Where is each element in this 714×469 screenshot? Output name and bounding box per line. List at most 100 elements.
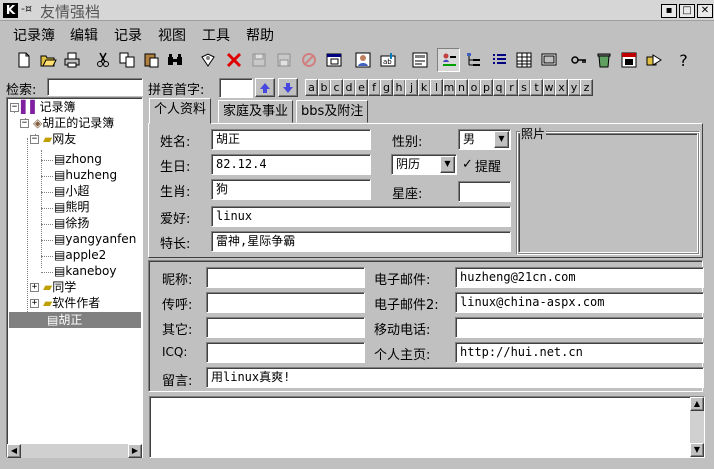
paste-icon[interactable] [139,48,162,72]
letter-button-l[interactable]: l [430,79,443,96]
list-view-icon[interactable] [487,48,510,72]
pager-field[interactable] [206,292,365,313]
letter-button-h[interactable]: h [392,79,406,96]
notes-vertical-scrollbar[interactable]: ▲ ▼ [690,397,704,457]
arrow-down-button[interactable] [278,78,298,97]
tree-contact[interactable]: ▤熊明 [54,199,89,215]
minimize-button[interactable]: ▪ [661,4,677,18]
tree-contact[interactable]: ▤huzheng [54,167,117,183]
email-field[interactable]: huzheng@21cn.com [455,267,704,288]
expand-group-icon[interactable]: + [30,299,39,308]
maximize-button[interactable]: □ [679,4,695,18]
letter-button-j[interactable]: j [405,79,418,96]
arrow-up-button[interactable] [255,78,275,97]
cancel-icon[interactable] [297,48,320,72]
tab-family-career[interactable]: 家庭及事业 [218,100,294,123]
pinyin-input[interactable] [219,78,253,98]
open-icon[interactable] [36,48,59,72]
scroll-right-button[interactable]: ▶ [128,444,142,458]
window-icon[interactable] [322,48,345,72]
save-all-icon[interactable] [272,48,295,72]
close-button[interactable]: ✕ [697,4,713,18]
title-bar[interactable] [0,0,714,21]
tab-bbs-notes[interactable]: bbs及附注 [296,100,369,123]
tree-book[interactable]: ◈胡正的记录簿 [33,115,114,131]
save-icon[interactable] [247,48,270,72]
properties-icon[interactable] [408,48,431,72]
icq-field[interactable] [206,342,365,363]
menu-view[interactable]: 视图 [158,25,186,45]
letter-button-p[interactable]: p [480,79,493,96]
edit-text-icon[interactable]: ab [376,48,399,72]
key-icon[interactable] [567,48,590,72]
tree-contact-selected[interactable]: ▤胡正 [9,312,141,328]
print-icon[interactable] [60,48,83,72]
letter-button-c[interactable]: c [330,79,343,96]
letter-button-n[interactable]: n [455,79,468,96]
letter-button-f[interactable]: f [367,79,381,96]
menu-tools[interactable]: 工具 [202,25,230,45]
scroll-down-button[interactable]: ▼ [690,443,704,457]
tree-root[interactable]: ▌▌记录簿 [21,99,75,115]
recycle-icon[interactable] [592,48,615,72]
notes-textarea[interactable] [149,396,705,458]
contacts-view-icon[interactable] [437,48,460,72]
tree-view-icon[interactable] [462,48,485,72]
message-field[interactable]: 用linux真爽! [206,367,704,388]
layout-icon[interactable] [537,48,560,72]
copy-icon[interactable] [115,48,138,72]
contact-card-icon[interactable] [351,48,374,72]
photo-area[interactable] [518,133,698,253]
letter-button-s[interactable]: s [517,79,531,96]
tree-contact[interactable]: ▤zhong [54,151,102,167]
letter-button-e[interactable]: e [355,79,368,96]
other-field[interactable] [206,317,365,338]
tree-group-classmates[interactable]: ▰同学 [43,279,76,295]
star-sign-field[interactable] [458,181,511,202]
collapse-root-icon[interactable]: − [10,103,19,112]
grid-view-icon[interactable] [512,48,535,72]
letter-button-w[interactable]: w [542,79,556,96]
tree-group-authors[interactable]: ▰软件作者 [43,295,100,311]
birthday-field[interactable]: 82.12.4 [211,154,371,175]
menu-help[interactable]: 帮助 [246,25,274,45]
letter-button-t[interactable]: t [530,79,543,96]
letter-button-q[interactable]: q [492,79,506,96]
letter-button-b[interactable]: b [317,79,331,96]
tree-contact[interactable]: ▤kaneboy [54,263,116,279]
nickname-field[interactable] [206,267,365,288]
gender-dropdown-icon[interactable]: ▼ [494,131,509,148]
letter-button-y[interactable]: y [567,79,581,96]
email2-field[interactable]: linux@china-aspx.com [455,292,704,313]
new-icon[interactable] [12,48,35,72]
menu-record[interactable]: 记录 [114,25,142,45]
calendar-dropdown-icon[interactable]: ▼ [440,156,455,173]
letter-button-k[interactable]: k [417,79,431,96]
remind-checkbox[interactable]: ✓ [462,157,473,172]
letter-button-g[interactable]: g [380,79,393,96]
tree-group-netfriends[interactable]: ▰网友 [43,131,76,147]
cut-icon[interactable] [91,48,114,72]
mobile-field[interactable] [455,317,704,338]
contact-tree[interactable]: − ▌▌记录簿 − ◈胡正的记录簿 − ▰网友 ▤zhong ▤huzheng … [6,97,143,458]
letter-button-m[interactable]: m [442,79,456,96]
letter-button-x[interactable]: x [555,79,568,96]
letter-button-o[interactable]: o [467,79,481,96]
menu-edit[interactable]: 编辑 [70,25,98,45]
letter-button-d[interactable]: d [342,79,356,96]
expand-group-icon[interactable]: + [30,283,39,292]
hobby-field[interactable]: linux [211,206,511,227]
attach-icon[interactable] [196,48,219,72]
calendar-icon[interactable] [617,48,640,72]
tab-personal[interactable]: 个人资料 [149,98,212,124]
tree-contact[interactable]: ▤yangyanfen [54,231,136,247]
app-logo-icon[interactable]: K [3,3,18,18]
name-field[interactable]: 胡正 [211,129,371,150]
find-icon[interactable] [163,48,186,72]
tree-contact[interactable]: ▤徐扬 [54,215,89,231]
delete-icon[interactable] [222,48,245,72]
menu-notebook[interactable]: 记录簿 [13,25,55,45]
scroll-up-button[interactable]: ▲ [690,397,704,411]
homepage-field[interactable]: http://hui.net.cn [455,342,704,363]
collapse-group-icon[interactable]: − [30,135,39,144]
